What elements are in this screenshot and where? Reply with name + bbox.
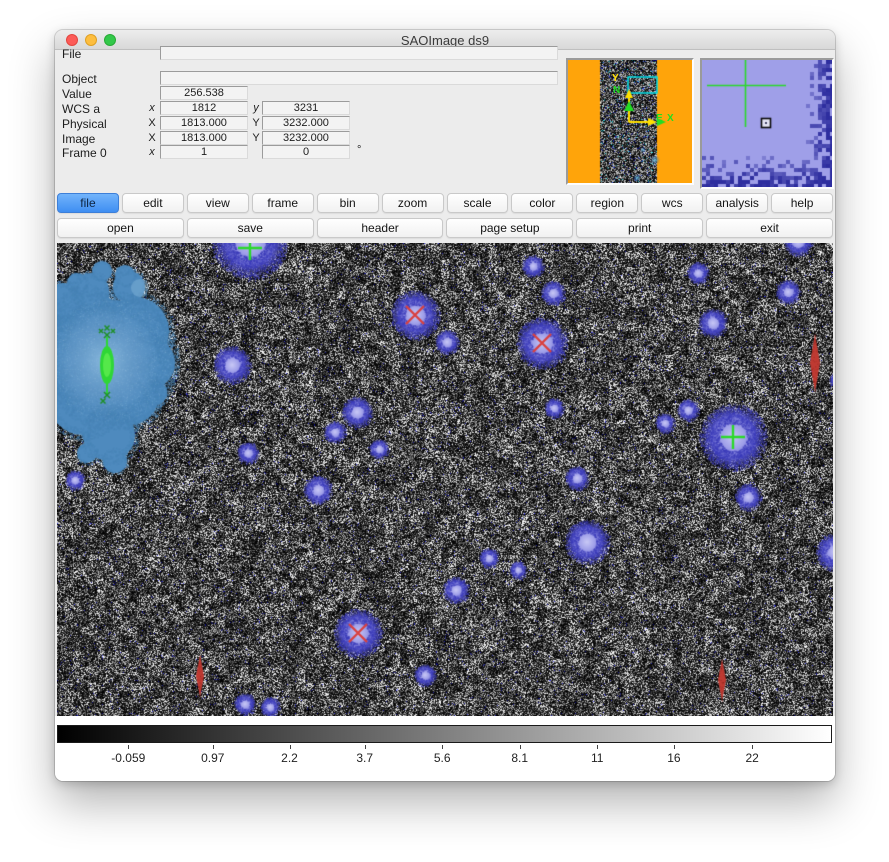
file-label: File [62,47,81,61]
exit-button[interactable]: exit [706,218,833,238]
menu-scale[interactable]: scale [447,193,509,213]
wcs-x-label: x [147,102,157,114]
panner-y-axis-label: Y [612,74,619,84]
image-y-label: Y [251,132,261,144]
menu-frame[interactable]: frame [252,193,314,213]
image-x-label: X [147,132,157,144]
info-row-file: File [55,46,565,60]
save-button[interactable]: save [187,218,314,238]
wcs-label: WCS a [62,102,100,116]
image-x-field[interactable]: 1813.000 [160,131,248,145]
menu-color[interactable]: color [511,193,573,213]
info-row-physical: Physical X 1813.000 Y 3232.000 [55,116,565,130]
object-field[interactable] [160,71,558,85]
frame-x-label: x [147,146,157,158]
toolbar: open save header page setup print exit [57,218,833,238]
magnifier-canvas[interactable] [702,60,832,187]
ds9-window: SAOImage ds9 File Object Value 256.538 W… [55,30,835,781]
physical-y-field[interactable]: 3232.000 [262,116,350,130]
colorbar-ticks: -0.059 0.97 2.2 3.7 5.6 8.1 11 16 22 [57,743,832,773]
menu-file[interactable]: file [57,193,119,213]
colorbar-section: -0.059 0.97 2.2 3.7 5.6 8.1 11 16 22 [55,716,835,781]
page-setup-button[interactable]: page setup [446,218,573,238]
panner-x-axis-label: X [667,114,674,124]
info-row-object: Object [55,71,565,85]
menu-view[interactable]: view [187,193,249,213]
magnifier[interactable] [700,58,834,189]
panner-east-label: E [656,114,663,124]
wcs-y-label: y [251,102,261,114]
frame-label: Frame 0 [62,146,107,160]
panner-north-label: N [613,86,620,96]
file-field[interactable] [160,46,558,60]
image-display[interactable] [57,243,833,716]
physical-x-label: X [147,117,157,129]
info-row-value: Value 256.538 [55,86,565,100]
menu-wcs[interactable]: wcs [641,193,703,213]
menu-edit[interactable]: edit [122,193,184,213]
image-y-field[interactable]: 3232.000 [262,131,350,145]
menu-help[interactable]: help [771,193,833,213]
value-label: Value [62,87,92,101]
image-label: Image [62,132,95,146]
menu-bin[interactable]: bin [317,193,379,213]
open-button[interactable]: open [57,218,184,238]
header-button[interactable]: header [317,218,444,238]
object-label: Object [62,72,97,86]
degree-suffix: ° [357,144,361,156]
value-field[interactable]: 256.538 [160,86,248,100]
panner[interactable]: Y N E X [566,58,694,185]
physical-x-field[interactable]: 1813.000 [160,116,248,130]
info-row-frame: Frame 0 x 1 0 ° [55,145,565,159]
wcs-x-field[interactable]: 1812 [160,101,248,115]
frame-rotate-field[interactable]: 0 [262,145,350,159]
menu-region[interactable]: region [576,193,638,213]
info-row-wcs: WCS a x 1812 y 3231 [55,101,565,115]
physical-label: Physical [62,117,107,131]
wcs-y-field[interactable]: 3231 [262,101,350,115]
frame-zoom-field[interactable]: 1 [160,145,248,159]
menu-analysis[interactable]: analysis [706,193,768,213]
info-row-image: Image X 1813.000 Y 3232.000 [55,131,565,145]
menu-bar: file edit view frame bin zoom scale colo… [57,193,833,213]
physical-y-label: Y [251,117,261,129]
colorbar[interactable] [57,725,832,743]
menu-zoom[interactable]: zoom [382,193,444,213]
print-button[interactable]: print [576,218,703,238]
